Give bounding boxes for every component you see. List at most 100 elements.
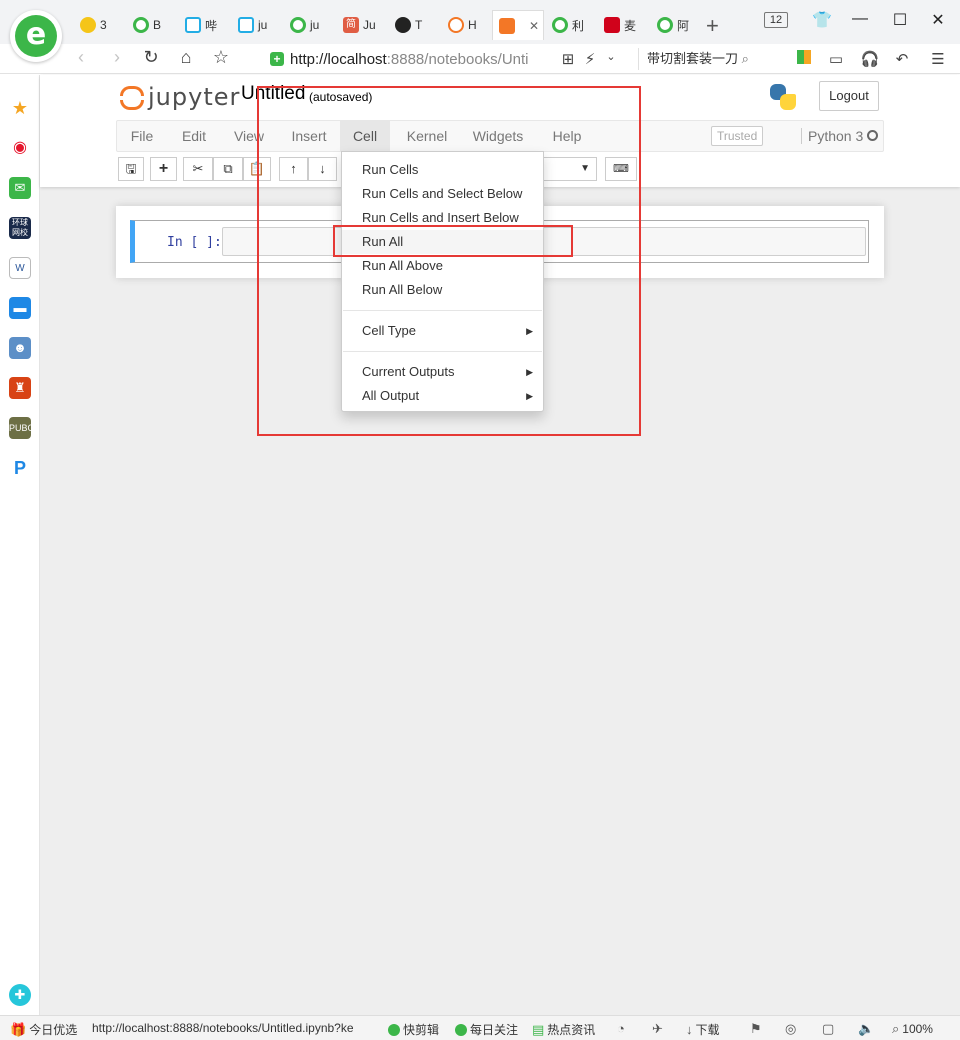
menu-item-all-output[interactable]: All Output ▶ bbox=[342, 384, 543, 408]
menu-file[interactable]: File bbox=[117, 121, 167, 151]
browser-tab[interactable]: 麦 bbox=[598, 10, 648, 40]
browser-tab-active[interactable]: ✕ bbox=[492, 10, 544, 40]
maximize-icon[interactable]: ☐ bbox=[890, 10, 910, 30]
menu-cell[interactable]: Cell bbox=[340, 121, 390, 151]
menu-icon[interactable]: ☰ bbox=[928, 50, 948, 68]
menu-widgets[interactable]: Widgets bbox=[462, 121, 534, 151]
browser-tab[interactable]: H bbox=[442, 10, 492, 40]
insert-cell-button[interactable]: + bbox=[150, 157, 177, 181]
quick-edit[interactable]: 快剪辑 bbox=[388, 1021, 439, 1038]
jianshu-icon: 简 bbox=[343, 17, 359, 33]
game-icon[interactable]: ♜ bbox=[9, 377, 31, 399]
browser-status-bar: 🎁 今日优选 http://localhost:8888/notebooks/Un… bbox=[0, 1015, 960, 1040]
global-times-icon[interactable]: 环球 网校 bbox=[9, 217, 31, 239]
notebook-icon bbox=[499, 17, 515, 34]
gift-icon: 🎁 bbox=[10, 1021, 27, 1037]
browser-tab[interactable]: ju bbox=[284, 10, 334, 40]
word-doc-icon[interactable]: W bbox=[9, 257, 31, 279]
kernel-name: Python 3 bbox=[801, 128, 863, 144]
menu-edit[interactable]: Edit bbox=[169, 121, 219, 151]
today-picks[interactable]: 🎁 今日优选 bbox=[10, 1021, 77, 1038]
battery-icon[interactable]: ▭ bbox=[826, 50, 846, 68]
menu-item-run-cells[interactable]: Run Cells bbox=[342, 158, 543, 182]
close-tab-icon[interactable]: ✕ bbox=[529, 19, 539, 33]
menu-help[interactable]: Help bbox=[542, 121, 592, 151]
plus-icon: + bbox=[158, 160, 169, 177]
browser-tab[interactable]: 哔 bbox=[179, 10, 229, 40]
browser-tab[interactable]: 3 bbox=[74, 10, 124, 40]
refresh-icon[interactable]: ↻ bbox=[140, 47, 162, 68]
p-app-icon[interactable]: P bbox=[9, 457, 31, 479]
close-window-icon[interactable]: ✕ bbox=[928, 10, 948, 30]
minimize-icon[interactable]: — bbox=[850, 10, 870, 28]
menu-item-cell-type[interactable]: Cell Type ▶ bbox=[342, 319, 543, 343]
move-up-button[interactable]: ↑ bbox=[279, 157, 308, 181]
menu-kernel[interactable]: Kernel bbox=[395, 121, 459, 151]
play-icon bbox=[388, 1023, 400, 1036]
undo-icon[interactable]: ↶ bbox=[892, 50, 912, 68]
weibo-icon[interactable]: ◉ bbox=[9, 137, 31, 159]
cut-button[interactable]: ✂ bbox=[183, 157, 213, 181]
menu-item-run-all-above[interactable]: Run All Above bbox=[342, 254, 543, 278]
mail-icon[interactable]: ✉ bbox=[9, 177, 31, 199]
speed-icon[interactable]: ◔ bbox=[617, 1021, 625, 1036]
home-icon[interactable]: ⌂ bbox=[175, 47, 197, 68]
jupyter-logo[interactable]: jupyter bbox=[120, 83, 240, 111]
browser-tab[interactable]: 阿 bbox=[651, 10, 701, 40]
save-button[interactable]: 🖫 bbox=[118, 157, 144, 181]
browser-tab[interactable]: 简 Ju bbox=[337, 10, 387, 40]
menu-item-run-cells-insert-below[interactable]: Run Cells and Insert Below bbox=[342, 206, 543, 230]
tab-favicon-icon bbox=[604, 17, 620, 33]
search-input[interactable]: 带切割套装一刀 ⌕ bbox=[638, 48, 770, 70]
cell-type-select[interactable]: ▼ bbox=[540, 157, 597, 181]
favorites-icon[interactable]: ★ bbox=[9, 97, 31, 119]
headphones-icon[interactable]: 🎧 bbox=[860, 50, 880, 68]
menu-item-run-all[interactable]: Run All bbox=[342, 230, 543, 254]
trusted-badge[interactable]: Trusted bbox=[711, 126, 764, 146]
new-tab-button[interactable]: + bbox=[706, 13, 719, 39]
flag-icon[interactable]: ⚑ bbox=[750, 1021, 762, 1037]
logout-button[interactable]: Logout bbox=[819, 81, 879, 111]
menu-item-current-outputs[interactable]: Current Outputs ▶ bbox=[342, 360, 543, 384]
pubg-icon[interactable]: PUBG bbox=[9, 417, 35, 439]
apps-icon[interactable] bbox=[794, 50, 814, 68]
window-icon[interactable]: ▢ bbox=[822, 1021, 834, 1037]
lightning-icon[interactable]: ⚡ bbox=[580, 50, 600, 68]
move-down-button[interactable]: ↓ bbox=[308, 157, 337, 181]
add-app-icon[interactable]: ✚ bbox=[9, 984, 31, 1006]
menu-view[interactable]: View bbox=[221, 121, 277, 151]
rocket-icon[interactable]: ✈ bbox=[652, 1021, 663, 1037]
browser-tab[interactable]: B bbox=[127, 10, 177, 40]
hot-news[interactable]: ▤ 热点资讯 bbox=[532, 1021, 595, 1038]
browser-logo-icon[interactable]: e bbox=[10, 10, 62, 62]
browser-tab[interactable]: ju bbox=[232, 10, 282, 40]
command-palette-button[interactable]: ⌨ bbox=[605, 157, 637, 181]
star-icon[interactable]: ☆ bbox=[210, 47, 232, 68]
back-icon[interactable]: ‹ bbox=[70, 47, 92, 68]
chat-icon[interactable]: ▬ bbox=[9, 297, 31, 319]
menu-item-run-all-below[interactable]: Run All Below bbox=[342, 278, 543, 302]
browser-tab[interactable]: 利 bbox=[546, 10, 596, 40]
browser-tab[interactable]: T bbox=[389, 10, 439, 40]
qr-code-icon[interactable]: ⊞ bbox=[558, 50, 578, 68]
skin-icon[interactable]: 👕 bbox=[812, 10, 832, 30]
chevron-down-icon[interactable]: ⌄ bbox=[601, 50, 621, 63]
notebook-title[interactable]: Untitled bbox=[241, 83, 305, 105]
download-icon: ↓ bbox=[686, 1022, 693, 1037]
submenu-arrow-icon: ▶ bbox=[526, 367, 533, 377]
game-icon[interactable]: ☻ bbox=[9, 337, 31, 359]
forward-icon[interactable]: › bbox=[106, 47, 128, 68]
volume-icon[interactable]: 🔈 bbox=[858, 1021, 874, 1037]
daily-focus[interactable]: 每日关注 bbox=[455, 1021, 518, 1038]
download[interactable]: ↓ 下载 bbox=[686, 1021, 720, 1038]
browser-tab-bar: 3 B 哔 ju ju 简 Ju T H ✕ 利 麦 阿 + 12 👕 — ☐ ✕ bbox=[0, 0, 960, 44]
jupyter-menu-bar: File Edit View Insert Cell Kernel Widget… bbox=[116, 120, 884, 152]
tab-count-badge[interactable]: 12 bbox=[764, 12, 788, 28]
copy-button[interactable]: ⧉ bbox=[213, 157, 243, 181]
paste-button[interactable]: 📋 bbox=[243, 157, 271, 181]
cell-input-editor[interactable] bbox=[222, 227, 866, 256]
menu-insert[interactable]: Insert bbox=[279, 121, 339, 151]
menu-item-run-cells-select-below[interactable]: Run Cells and Select Below bbox=[342, 182, 543, 206]
ie-icon[interactable]: ◎ bbox=[785, 1021, 796, 1037]
zoom-level[interactable]: ⌕ 100% bbox=[892, 1021, 933, 1037]
